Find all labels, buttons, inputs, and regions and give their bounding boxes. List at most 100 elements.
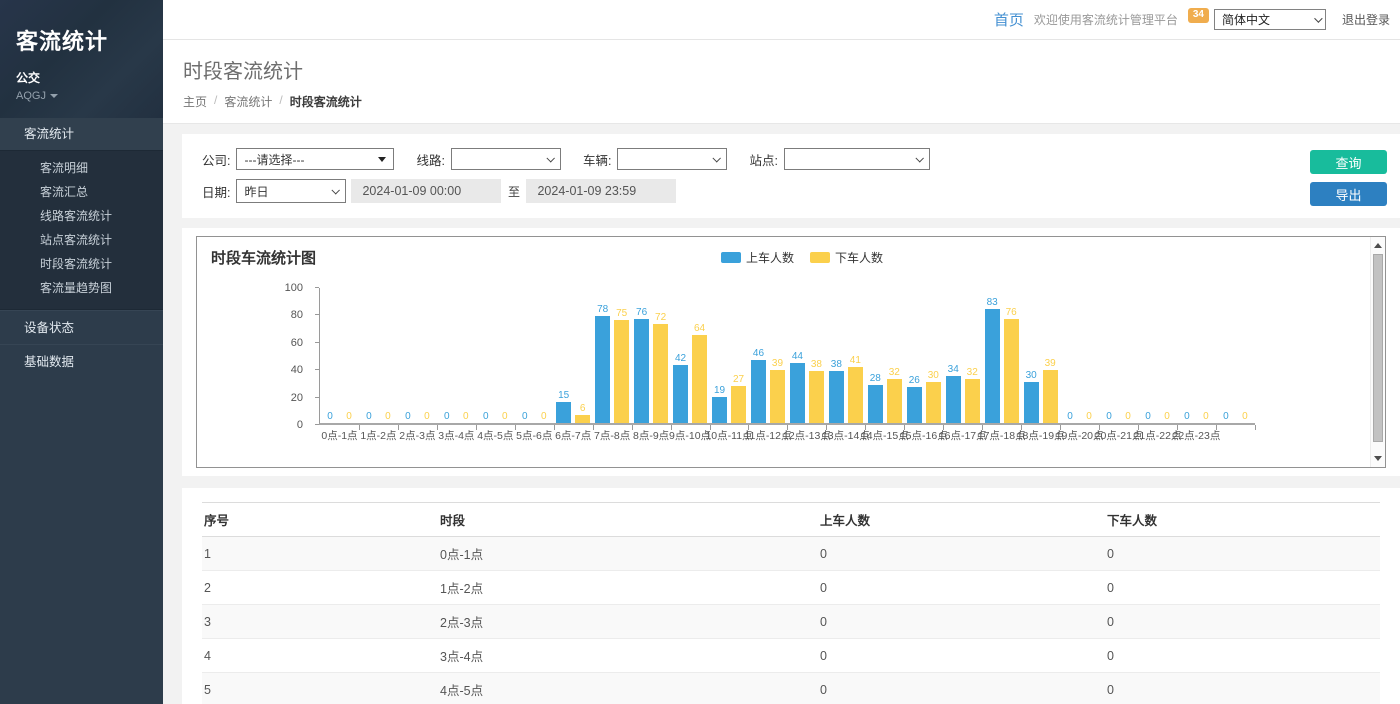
bar-group: 0 <box>1140 411 1155 423</box>
sidebar-item-4[interactable]: 时段客流统计 <box>0 252 163 276</box>
table-cell: 0 <box>818 537 1105 571</box>
org-name: 公交 <box>16 69 147 86</box>
bar-group: 38 <box>829 359 844 423</box>
chart-category-slot: 0020点-21点 <box>1099 288 1138 423</box>
table-cell: 4 <box>202 639 438 673</box>
vehicle-select[interactable] <box>617 148 727 170</box>
sidebar-section-base-data[interactable]: 基础数据 <box>0 344 163 378</box>
bar-value-label: 64 <box>694 323 705 334</box>
breadcrumb-item-0[interactable]: 主页 <box>183 93 207 110</box>
query-button[interactable]: 查询 <box>1310 150 1387 174</box>
bar-group: 15 <box>556 390 571 423</box>
bar-value-label: 6 <box>580 403 586 414</box>
bar-group: 0 <box>536 411 551 423</box>
breadcrumb-item-1[interactable]: 客流统计 <box>224 93 272 110</box>
date-label: 日期: <box>202 182 230 201</box>
home-link[interactable]: 首页 <box>994 9 1024 30</box>
table-row: 21点-2点00 <box>202 571 1380 605</box>
bar-group: 76 <box>634 307 649 423</box>
bar <box>634 319 649 423</box>
table-row: 10点-1点00 <box>202 537 1380 571</box>
chart-plot: 000点-1点001点-2点002点-3点003点-4点004点-5点005点-… <box>319 288 1255 425</box>
bar <box>809 371 824 423</box>
export-button[interactable]: 导出 <box>1310 182 1387 206</box>
x-axis-label: 6点-7点 <box>555 428 591 443</box>
language-select-value: 简体中文 <box>1222 11 1270 28</box>
sidebar-item-1[interactable]: 客流汇总 <box>0 180 163 204</box>
bar-value-label: 0 <box>385 411 391 422</box>
bar-group: 32 <box>887 367 902 423</box>
date-start-input[interactable]: 2024-01-09 00:00 <box>351 179 501 203</box>
filter-panel: 公司: ---请选择--- 线路: 车辆: 站点: 日期: <box>182 134 1400 218</box>
company-label: 公司: <box>202 150 230 169</box>
bar-group: 0 <box>1198 411 1213 423</box>
chart-category-slot: 78757点-8点 <box>593 288 632 423</box>
bar <box>985 309 1000 423</box>
bar-value-label: 0 <box>346 411 352 422</box>
scrollbar-thumb[interactable] <box>1373 254 1383 442</box>
date-range-select[interactable]: 昨日 <box>236 179 346 203</box>
date-end-input[interactable]: 2024-01-09 23:59 <box>526 179 676 203</box>
sidebar-submenu: 客流明细客流汇总线路客流统计站点客流统计时段客流统计客流量趋势图 <box>0 151 163 310</box>
bar-value-label: 0 <box>1125 411 1131 422</box>
sidebar-section-passenger-flow[interactable]: 客流统计 <box>0 118 163 151</box>
bar <box>653 324 668 423</box>
legend-item-0[interactable]: 上车人数 <box>721 249 794 266</box>
bar-group: 28 <box>868 373 883 423</box>
bar-group: 0 <box>1121 411 1136 423</box>
bar-group: 75 <box>614 308 629 423</box>
chart-category-slot: 443812点-13点 <box>787 288 826 423</box>
table-cell: 0 <box>1105 537 1380 571</box>
bar-group: 0 <box>1237 411 1252 423</box>
bar-value-label: 83 <box>987 297 998 308</box>
bar-value-label: 39 <box>772 358 783 369</box>
notification-badge[interactable]: 34 <box>1188 8 1209 23</box>
org-selector[interactable]: AQGJ <box>16 90 147 102</box>
chart-category-slot: 0019点-20点 <box>1060 288 1099 423</box>
company-select[interactable]: ---请选择--- <box>236 148 394 170</box>
station-select[interactable] <box>784 148 930 170</box>
bar-group: 64 <box>692 323 707 423</box>
sidebar-item-3[interactable]: 站点客流统计 <box>0 228 163 252</box>
sidebar-logo-area: 客流统计 公交 AQGJ <box>0 0 163 118</box>
scrollbar-up-button[interactable] <box>1371 238 1385 253</box>
bar-value-label: 0 <box>1086 411 1092 422</box>
app-title: 客流统计 <box>16 24 147 56</box>
bar-value-label: 26 <box>909 375 920 386</box>
chart-category-slot: 837617点-18点 <box>982 288 1021 423</box>
language-select[interactable]: 简体中文 <box>1214 9 1326 30</box>
bar-group: 72 <box>653 312 668 423</box>
bar-group: 78 <box>595 304 610 423</box>
page-title: 时段客流统计 <box>183 55 1400 84</box>
x-axis-label: 4点-5点 <box>477 428 513 443</box>
scrollbar-down-button[interactable] <box>1371 451 1385 466</box>
chart-category-slot: 283214点-15点 <box>865 288 904 423</box>
station-label: 站点: <box>749 150 777 169</box>
bar-value-label: 0 <box>502 411 508 422</box>
y-tick-label: 100 <box>285 282 303 294</box>
legend-item-1[interactable]: 下车人数 <box>810 249 883 266</box>
bar-value-label: 0 <box>444 411 450 422</box>
sidebar-item-2[interactable]: 线路客流统计 <box>0 204 163 228</box>
bar <box>907 387 922 423</box>
sidebar-item-5[interactable]: 客流量趋势图 <box>0 276 163 300</box>
bar-group: 38 <box>809 359 824 423</box>
table-cell: 0 <box>1105 571 1380 605</box>
bar-group: 83 <box>985 297 1000 423</box>
line-select[interactable] <box>451 148 561 170</box>
table-column-header-3: 下车人数 <box>1105 503 1380 537</box>
top-header: 首页 欢迎使用客流统计管理平台 34 简体中文 退出登录 <box>163 0 1400 40</box>
table-cell: 0点-1点 <box>438 537 818 571</box>
logout-link[interactable]: 退出登录 <box>1342 11 1390 28</box>
table-cell: 2 <box>202 571 438 605</box>
bar-value-label: 0 <box>1145 411 1151 422</box>
line-label: 线路: <box>416 150 444 169</box>
bar <box>731 386 746 423</box>
main-content: 公司: ---请选择--- 线路: 车辆: 站点: 日期: <box>163 124 1400 704</box>
table-row: 54点-5点00 <box>202 673 1380 704</box>
sidebar-item-0[interactable]: 客流明细 <box>0 156 163 180</box>
bar-value-label: 78 <box>597 304 608 315</box>
bar-group: 27 <box>731 374 746 423</box>
chart-category-slot: 003点-4点 <box>437 288 476 423</box>
sidebar-section-device-status[interactable]: 设备状态 <box>0 310 163 344</box>
